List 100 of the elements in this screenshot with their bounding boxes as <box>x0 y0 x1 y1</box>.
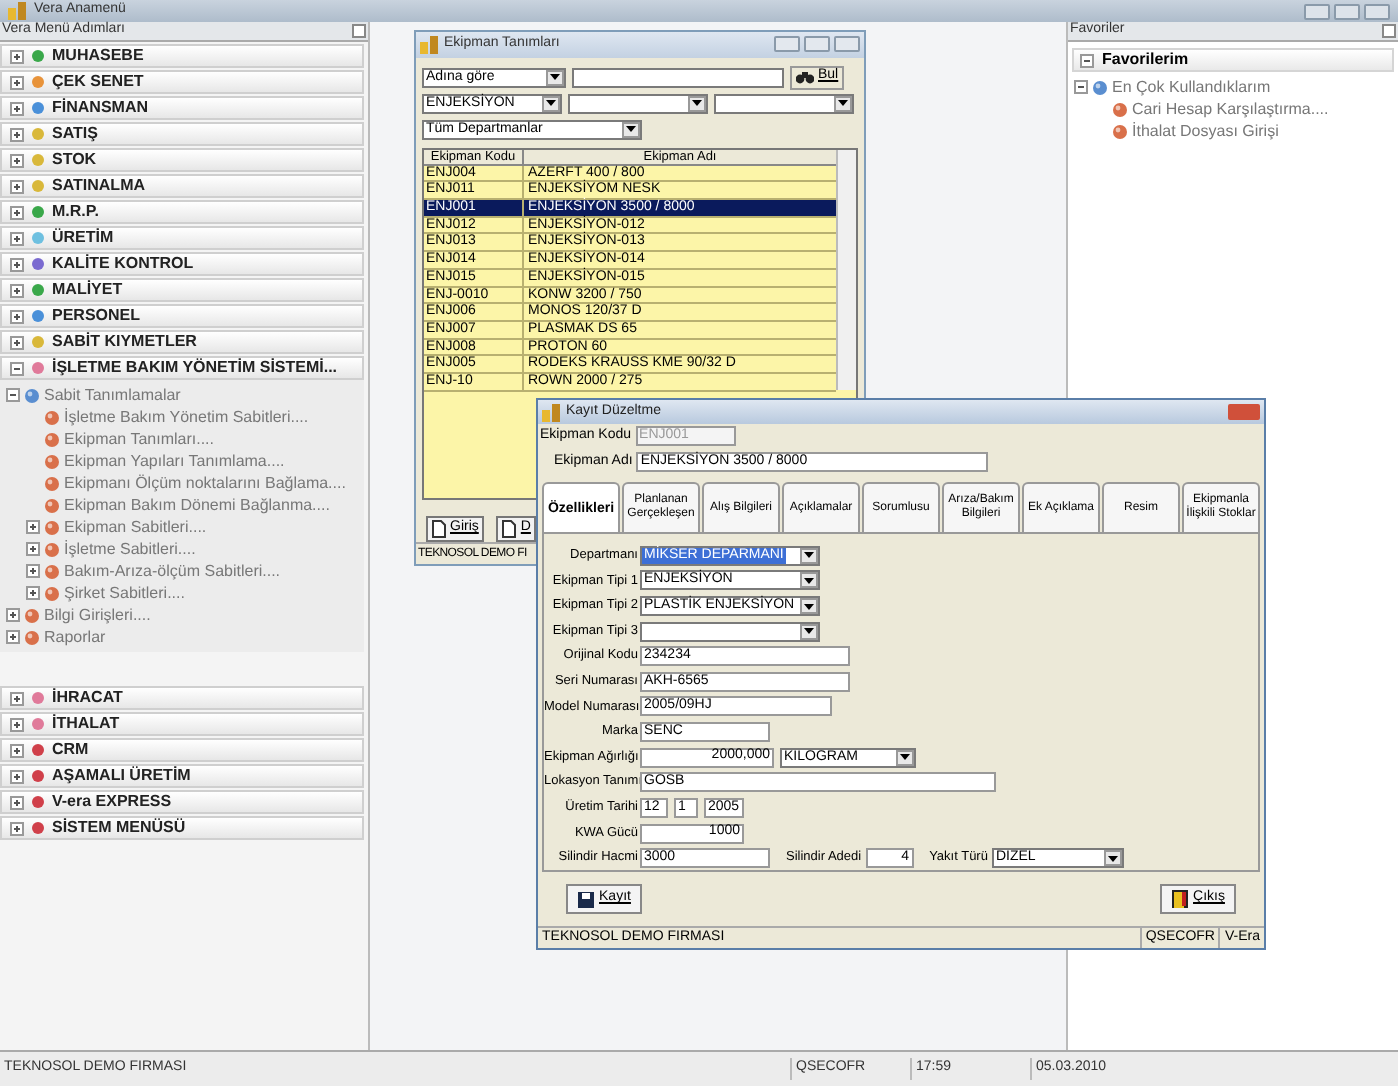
pin-icon[interactable] <box>1382 24 1396 38</box>
tree-node-icon <box>1112 101 1128 117</box>
tree-item[interactable]: Ekipman Bakım Dönemi Bağlanma.... <box>64 493 330 517</box>
app-icon <box>542 403 560 421</box>
expand-icon[interactable] <box>10 335 24 349</box>
expand-icon[interactable] <box>6 630 20 644</box>
tree-node-icon <box>24 629 40 645</box>
document-icon <box>432 520 446 539</box>
tree-item[interactable]: Ekipman Sabitleri.... <box>64 515 207 539</box>
expand-icon[interactable] <box>10 153 24 167</box>
tree-item[interactable]: Cari Hesap Karşılaştırma.... <box>1132 97 1329 121</box>
menu-item[interactable]: MUHASEBE <box>0 44 364 68</box>
scrollbar[interactable] <box>836 149 856 390</box>
menu-item[interactable]: M.R.P. <box>0 200 364 224</box>
tree-item[interactable]: İthalat Dosyası Girişi <box>1132 119 1279 143</box>
expand-icon[interactable] <box>10 231 24 245</box>
expand-icon[interactable] <box>26 520 40 534</box>
dropdown-arrow-icon[interactable] <box>542 95 560 112</box>
menu-item[interactable]: ÜRETİM <box>0 226 364 250</box>
collapse-icon[interactable] <box>1080 53 1094 67</box>
expand-icon[interactable] <box>26 564 40 578</box>
group-header[interactable]: Favorilerim <box>1072 48 1394 72</box>
dropdown-arrow-icon[interactable] <box>800 572 818 589</box>
expand-icon[interactable] <box>10 205 24 219</box>
expand-icon[interactable] <box>10 257 24 271</box>
menu-item[interactable]: İŞLETME BAKIM YÖNETİM SİSTEMİ... <box>0 356 364 380</box>
dropdown-field[interactable] <box>714 93 854 114</box>
tree-node-icon <box>44 497 60 513</box>
expand-icon[interactable] <box>10 179 24 193</box>
tree-node-icon <box>44 519 60 535</box>
pin-icon[interactable] <box>352 24 366 38</box>
menu-item[interactable]: SATIŞ <box>0 122 364 146</box>
collapse-icon[interactable] <box>1074 80 1088 94</box>
expand-icon[interactable] <box>26 586 40 600</box>
door-icon <box>1171 890 1188 908</box>
menu-item[interactable]: FİNANSMAN <box>0 96 364 120</box>
tree-item[interactable]: Raporlar <box>44 625 106 649</box>
expand-icon[interactable] <box>10 769 24 783</box>
expand-icon[interactable] <box>10 743 24 757</box>
tree-item[interactable]: Bakım-Arıza-ölçüm Sabitleri.... <box>64 559 281 583</box>
expand-icon[interactable] <box>10 75 24 89</box>
tree-item[interactable]: İşletme Sabitleri.... <box>64 537 196 561</box>
document-icon <box>502 520 517 539</box>
dropdown-field[interactable] <box>640 621 820 642</box>
menu-item[interactable]: ÇEK SENET <box>0 70 364 94</box>
collapse-icon[interactable] <box>10 361 24 375</box>
tree-node-icon <box>44 541 60 557</box>
tree-node-icon <box>44 409 60 425</box>
dropdown-arrow-icon[interactable] <box>800 547 818 564</box>
tree-item[interactable]: Şirket Sabitleri.... <box>64 581 185 605</box>
binoculars-icon <box>796 70 814 85</box>
expand-icon[interactable] <box>10 309 24 323</box>
menu-item[interactable]: İTHALAT <box>0 712 364 736</box>
tree-item[interactable]: Ekipman Tanımları.... <box>64 427 214 451</box>
menu-item[interactable]: PERSONEL <box>0 304 364 328</box>
expand-icon[interactable] <box>10 101 24 115</box>
menu-item[interactable]: CRM <box>0 738 364 762</box>
tree-node-icon <box>44 475 60 491</box>
expand-icon[interactable] <box>10 283 24 297</box>
tree-item[interactable]: Bilgi Girişleri.... <box>44 603 151 627</box>
expand-icon[interactable] <box>10 717 24 731</box>
expand-icon[interactable] <box>6 608 20 622</box>
tree-node-icon <box>1112 123 1128 139</box>
tree-node-icon <box>44 585 60 601</box>
expand-icon[interactable] <box>10 691 24 705</box>
dropdown-arrow-icon[interactable] <box>800 623 818 640</box>
dropdown-arrow-icon[interactable] <box>622 121 640 138</box>
menu-item[interactable]: MALİYET <box>0 278 364 302</box>
menu-item[interactable]: SİSTEM MENÜSÜ <box>0 816 364 840</box>
app-icon <box>420 35 438 54</box>
menu-item[interactable]: KALİTE KONTROL <box>0 252 364 276</box>
menu-item[interactable]: AŞAMALI ÜRETİM <box>0 764 364 788</box>
tree-item[interactable]: Sabit Tanımlamalar <box>44 383 181 407</box>
dropdown-arrow-icon[interactable] <box>896 749 914 766</box>
dropdown-arrow-icon[interactable] <box>834 95 852 112</box>
menu-item[interactable]: V-era EXPRESS <box>0 790 364 814</box>
expand-icon[interactable] <box>10 795 24 809</box>
expand-icon[interactable] <box>26 542 40 556</box>
tree-item[interactable]: En Çok Kullandıklarım <box>1112 75 1271 99</box>
dropdown-arrow-icon[interactable] <box>1103 850 1122 867</box>
tree-node-icon <box>24 387 40 403</box>
tree-node-icon <box>1092 79 1108 95</box>
tree-node-icon <box>44 563 60 579</box>
expand-icon[interactable] <box>10 821 24 835</box>
dropdown-field[interactable] <box>568 93 708 114</box>
tree-item[interactable]: Ekipmanı Ölçüm noktalarını Bağlama.... <box>64 471 346 495</box>
menu-item[interactable]: İHRACAT <box>0 686 364 710</box>
menu-item[interactable]: STOK <box>0 148 364 172</box>
search-field[interactable] <box>572 67 784 88</box>
collapse-icon[interactable] <box>6 388 20 402</box>
dropdown-arrow-icon[interactable] <box>688 95 706 112</box>
menu-item[interactable]: SABİT KIYMETLER <box>0 330 364 354</box>
tree-item[interactable]: İşletme Bakım Yönetim Sabitleri.... <box>64 405 309 429</box>
tree-node-icon <box>44 453 60 469</box>
tree-item[interactable]: Ekipman Yapıları Tanımlama.... <box>64 449 285 473</box>
dropdown-arrow-icon[interactable] <box>546 69 564 86</box>
expand-icon[interactable] <box>10 49 24 63</box>
menu-item[interactable]: SATINALMA <box>0 174 364 198</box>
dropdown-arrow-icon[interactable] <box>800 598 818 615</box>
expand-icon[interactable] <box>10 127 24 141</box>
